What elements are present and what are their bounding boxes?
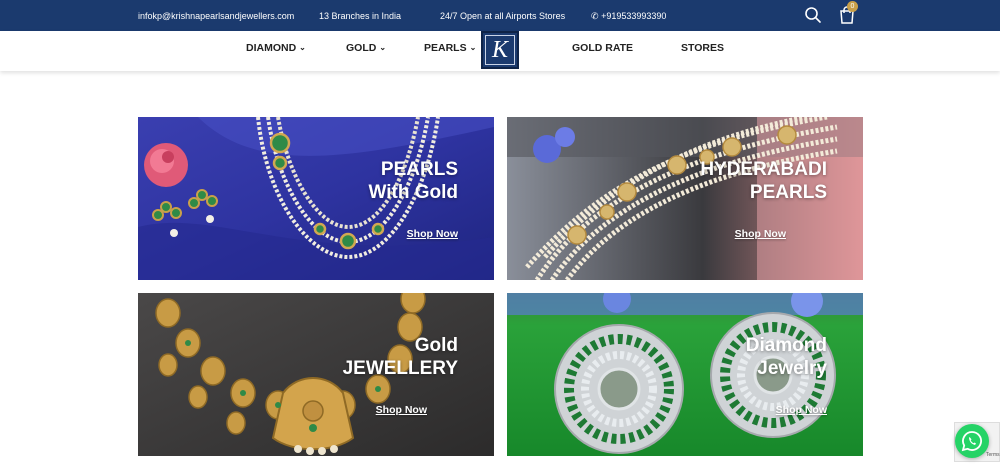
nav-item-gold-rate[interactable]: GOLD RATE [572, 42, 633, 54]
airport-stores-text: 24/7 Open at all Airports Stores [440, 11, 566, 21]
shop-now-link[interactable]: Shop Now [376, 404, 427, 416]
shop-now-link[interactable]: Shop Now [776, 404, 827, 416]
tile-heading-line2: PEARLS [749, 182, 827, 203]
cart-count-badge: 0 [847, 1, 858, 12]
category-tile-pearls-with-gold[interactable]: PEARLS With Gold Shop Now [138, 117, 494, 280]
tile-heading-line2: Jewelry [757, 358, 827, 379]
email-link[interactable]: infokp@krishnapearlsandjewellers.com [138, 11, 294, 21]
chevron-down-icon: ⌄ [299, 43, 306, 52]
tile-heading-line2: JEWELLERY [342, 358, 458, 379]
chevron-down-icon: ⌄ [469, 43, 477, 52]
nav-item-pearls[interactable]: PEARLS ⌄ [424, 42, 476, 54]
phone-number: +919533993390 [601, 11, 667, 21]
tile-heading-line2: With Gold [368, 182, 458, 203]
brand-logo[interactable]: K [481, 31, 519, 69]
tile-heading: PEARLS With Gold [368, 158, 458, 204]
search-icon[interactable] [804, 6, 822, 24]
shop-now-link[interactable]: Shop Now [407, 228, 458, 240]
tile-heading: HYDERABADI PEARLS [700, 158, 827, 204]
tile-heading-line1: PEARLS [380, 159, 458, 180]
nav-item-stores[interactable]: STORES [681, 42, 724, 54]
category-tile-hyderabadi-pearls[interactable]: HYDERABADI PEARLS Shop Now [507, 117, 863, 280]
whatsapp-button[interactable] [955, 424, 989, 458]
phone-link[interactable]: ✆ +919533993390 [591, 11, 666, 22]
recaptcha-terms-link[interactable]: Terms [986, 452, 1000, 458]
branches-text: 13 Branches in India [319, 11, 402, 21]
nav-label: GOLD [346, 42, 377, 54]
logo-monogram: K [485, 35, 515, 65]
chevron-down-icon: ⌄ [379, 43, 387, 52]
category-tile-diamond-jewelry[interactable]: Diamond Jewelry Shop Now [507, 293, 863, 456]
tile-heading: Diamond Jewelry [746, 334, 827, 380]
nav-item-diamond[interactable]: DIAMOND ⌄ [246, 42, 306, 54]
phone-icon: ✆ [591, 11, 599, 21]
shop-now-link[interactable]: Shop Now [735, 228, 786, 240]
tile-heading-line1: HYDERABADI [700, 159, 827, 180]
tile-heading: Gold JEWELLERY [343, 334, 458, 380]
tile-heading-line1: Gold [414, 335, 458, 356]
category-tile-gold-jewellery[interactable]: Gold JEWELLERY Shop Now [138, 293, 494, 456]
main-navigation: DIAMOND ⌄ GOLD ⌄ PEARLS ⌄ K GOLD RATE STORE… [0, 31, 1000, 71]
nav-item-gold[interactable]: GOLD ⌄ [346, 42, 386, 54]
tile-heading-line1: Diamond [745, 335, 827, 356]
nav-label: DIAMOND [246, 42, 297, 54]
nav-label: PEARLS [424, 42, 467, 54]
whatsapp-icon [961, 431, 982, 452]
top-info-bar: infokp@krishnapearlsandjewellers.com 13 … [0, 0, 1000, 31]
